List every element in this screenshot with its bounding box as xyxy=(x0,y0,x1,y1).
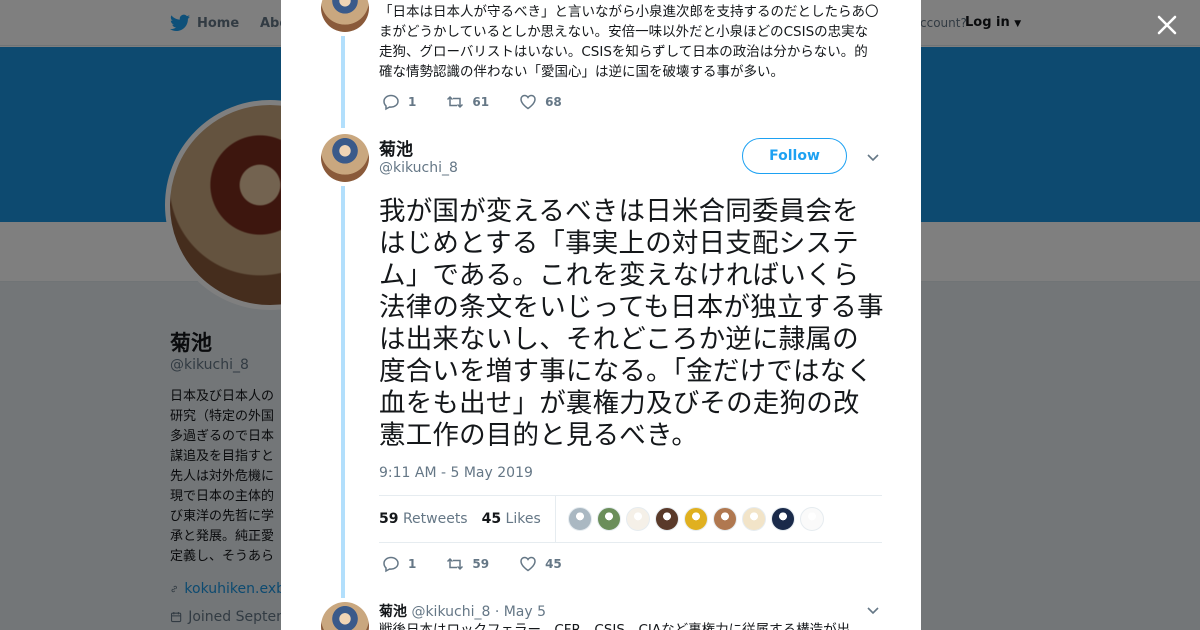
liker-avatar-9[interactable] xyxy=(799,507,824,531)
thread-connector-line xyxy=(341,186,345,598)
liker-avatar-2[interactable] xyxy=(596,507,621,531)
main-tweet-text: 我が国が変えるべきは日米合同委員会をはじめとする「事実上の対日支配システム」であ… xyxy=(379,196,884,451)
heart-icon xyxy=(520,94,536,110)
like-button[interactable]: 68 xyxy=(519,93,562,111)
reply-button[interactable]: 1 xyxy=(382,93,416,111)
retweet-stat[interactable]: 59 Retweets xyxy=(379,511,468,527)
stats-divider xyxy=(554,495,556,543)
liker-avatar-7[interactable] xyxy=(741,507,766,531)
reply-tweet-date[interactable]: · May 5 xyxy=(495,604,546,620)
liker-avatar-1[interactable] xyxy=(567,507,592,531)
liker-avatar-4[interactable] xyxy=(654,507,679,531)
retweet-button[interactable]: 61 xyxy=(446,93,489,111)
reply-tweet-header: 菊池 @kikuchi_8 · May 5 xyxy=(379,601,546,621)
liker-avatar-5[interactable] xyxy=(683,507,708,531)
reply-count: 1 xyxy=(408,95,417,109)
retweet-button[interactable]: 59 xyxy=(446,555,489,573)
tweet-timestamp[interactable]: 9:11 AM - 5 May 2019 xyxy=(379,465,533,481)
main-tweet-avatar[interactable] xyxy=(321,134,369,182)
retweet-count: 59 xyxy=(472,557,490,571)
heart-icon xyxy=(520,556,536,572)
reply-button[interactable]: 1 xyxy=(382,555,416,573)
reply-icon xyxy=(383,94,399,111)
chevron-down-icon[interactable] xyxy=(865,602,881,618)
main-tweet-author-name[interactable]: 菊池 xyxy=(379,135,413,160)
reply-tweet-author-handle[interactable]: @kikuchi_8 xyxy=(411,604,490,620)
liker-avatars xyxy=(567,507,824,531)
retweet-icon xyxy=(447,557,464,571)
main-tweet-author-handle[interactable]: @kikuchi_8 xyxy=(379,160,458,176)
chevron-down-icon[interactable] xyxy=(865,149,881,165)
thread-connector-line xyxy=(341,36,345,128)
retweet-count: 61 xyxy=(472,95,490,109)
retweet-icon xyxy=(447,95,464,109)
like-stat-label: Likes xyxy=(505,511,541,527)
retweet-stat-label: Retweets xyxy=(402,511,468,527)
retweet-stat-count: 59 xyxy=(379,511,399,527)
like-count: 45 xyxy=(545,557,562,571)
follow-button[interactable]: Follow xyxy=(742,138,847,174)
prev-tweet-text: 「日本は日本人が守るべき」と言いながら小泉進次郎を支持するのだとしたらあ〇まがど… xyxy=(379,4,879,80)
reply-icon xyxy=(383,556,399,573)
reply-tweet-text: 戦後日本はロックフェラー、CFR、CSIS、CIAなど裏権力に従属する構造が出 xyxy=(379,622,851,630)
liker-avatar-6[interactable] xyxy=(712,507,737,531)
main-tweet-actions: 1 59 45 xyxy=(382,555,592,573)
like-stat-count: 45 xyxy=(481,511,502,527)
prev-tweet-actions: 1 61 68 xyxy=(382,93,592,111)
close-icon[interactable] xyxy=(1153,11,1181,39)
like-button[interactable]: 45 xyxy=(519,555,562,573)
reply-tweet-author-name[interactable]: 菊池 xyxy=(379,604,407,620)
reply-count: 1 xyxy=(408,557,417,571)
liker-avatar-3[interactable] xyxy=(625,507,650,531)
like-stat[interactable]: 45 Likes xyxy=(482,511,541,527)
tweet-stats: 59 Retweets 45 Likes xyxy=(379,495,882,543)
liker-avatar-8[interactable] xyxy=(770,507,795,531)
like-count: 68 xyxy=(545,95,562,109)
